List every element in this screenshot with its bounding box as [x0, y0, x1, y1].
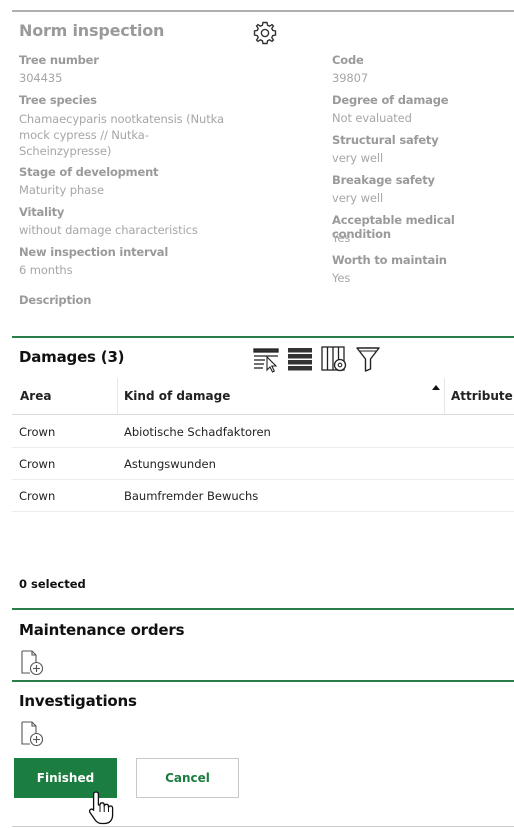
column-header-area[interactable]: Area	[20, 378, 51, 415]
medical-condition-label: Acceptable medical condition	[332, 213, 455, 241]
table-row[interactable]: Crown Abiotische Schadfaktoren	[12, 416, 514, 448]
top-divider	[12, 10, 514, 12]
degree-of-damage-value: Not evaluated	[332, 111, 412, 125]
bottom-divider	[12, 826, 514, 827]
inspection-interval-value: 6 months	[19, 263, 73, 277]
table-row[interactable]: Crown Baumfremder Bewuchs	[12, 480, 514, 512]
damages-toolbar	[252, 345, 382, 373]
degree-of-damage-label: Degree of damage	[332, 93, 449, 107]
cancel-button[interactable]: Cancel	[136, 758, 239, 798]
tree-species-label: Tree species	[19, 93, 97, 107]
select-cursor-icon[interactable]	[252, 345, 280, 373]
filter-funnel-icon[interactable]	[354, 345, 382, 373]
tree-species-value-line3: Scheinzypresse)	[19, 144, 112, 158]
cell-area: Crown	[19, 489, 56, 503]
cell-area: Crown	[19, 425, 56, 439]
structural-safety-label: Structural safety	[332, 133, 439, 147]
breakage-safety-label: Breakage safety	[332, 173, 435, 187]
column-settings-icon[interactable]	[320, 345, 348, 373]
tree-number-label: Tree number	[19, 53, 99, 67]
damages-title: Damages (3)	[19, 348, 125, 366]
column-header-kind-of-damage[interactable]: Kind of damage	[124, 378, 230, 415]
stage-of-development-label: Stage of development	[19, 165, 159, 179]
column-separator[interactable]	[444, 378, 445, 415]
hand-pointer-icon	[88, 791, 114, 825]
worth-to-maintain-value: Yes	[332, 271, 351, 285]
description-label: Description	[19, 293, 92, 307]
gear-icon[interactable]	[252, 20, 278, 46]
code-label: Code	[332, 53, 364, 67]
sort-ascending-icon[interactable]	[432, 385, 440, 390]
add-document-icon[interactable]	[19, 650, 45, 676]
damages-table-header: Area Kind of damage Attribute	[12, 378, 514, 415]
norm-inspection-title: Norm inspection	[19, 21, 165, 40]
cell-kind-of-damage: Abiotische Schadfaktoren	[124, 425, 271, 439]
investigations-divider	[12, 680, 514, 682]
cell-area: Crown	[19, 457, 56, 471]
maintenance-orders-title: Maintenance orders	[19, 621, 185, 639]
column-separator[interactable]	[117, 378, 118, 415]
tree-number-value: 304435	[19, 71, 63, 85]
investigations-title: Investigations	[19, 692, 137, 710]
worth-to-maintain-label: Worth to maintain	[332, 253, 447, 267]
structural-safety-value: very well	[332, 151, 384, 165]
vitality-value: without damage characteristics	[19, 223, 198, 237]
medical-condition-value: Yes	[332, 231, 351, 245]
column-header-attribute[interactable]: Attribute	[451, 378, 513, 415]
add-document-icon[interactable]	[19, 721, 45, 747]
tree-species-value-line2: mock cypress // Nutka-	[19, 128, 149, 142]
cell-kind-of-damage: Astungswunden	[124, 457, 216, 471]
table-row[interactable]: Crown Astungswunden	[12, 448, 514, 480]
stage-of-development-value: Maturity phase	[19, 183, 104, 197]
tree-species-value-line1: Chamaecyparis nootkatensis (Nutka	[19, 112, 224, 126]
maintenance-divider	[12, 608, 514, 610]
damages-divider	[12, 336, 514, 338]
cell-kind-of-damage: Baumfremder Bewuchs	[124, 489, 259, 503]
list-rows-icon[interactable]	[286, 345, 314, 373]
breakage-safety-value: very well	[332, 191, 384, 205]
inspection-interval-label: New inspection interval	[19, 245, 169, 259]
selected-count: 0 selected	[19, 577, 86, 591]
code-value: 39807	[332, 71, 369, 85]
vitality-label: Vitality	[19, 205, 65, 219]
